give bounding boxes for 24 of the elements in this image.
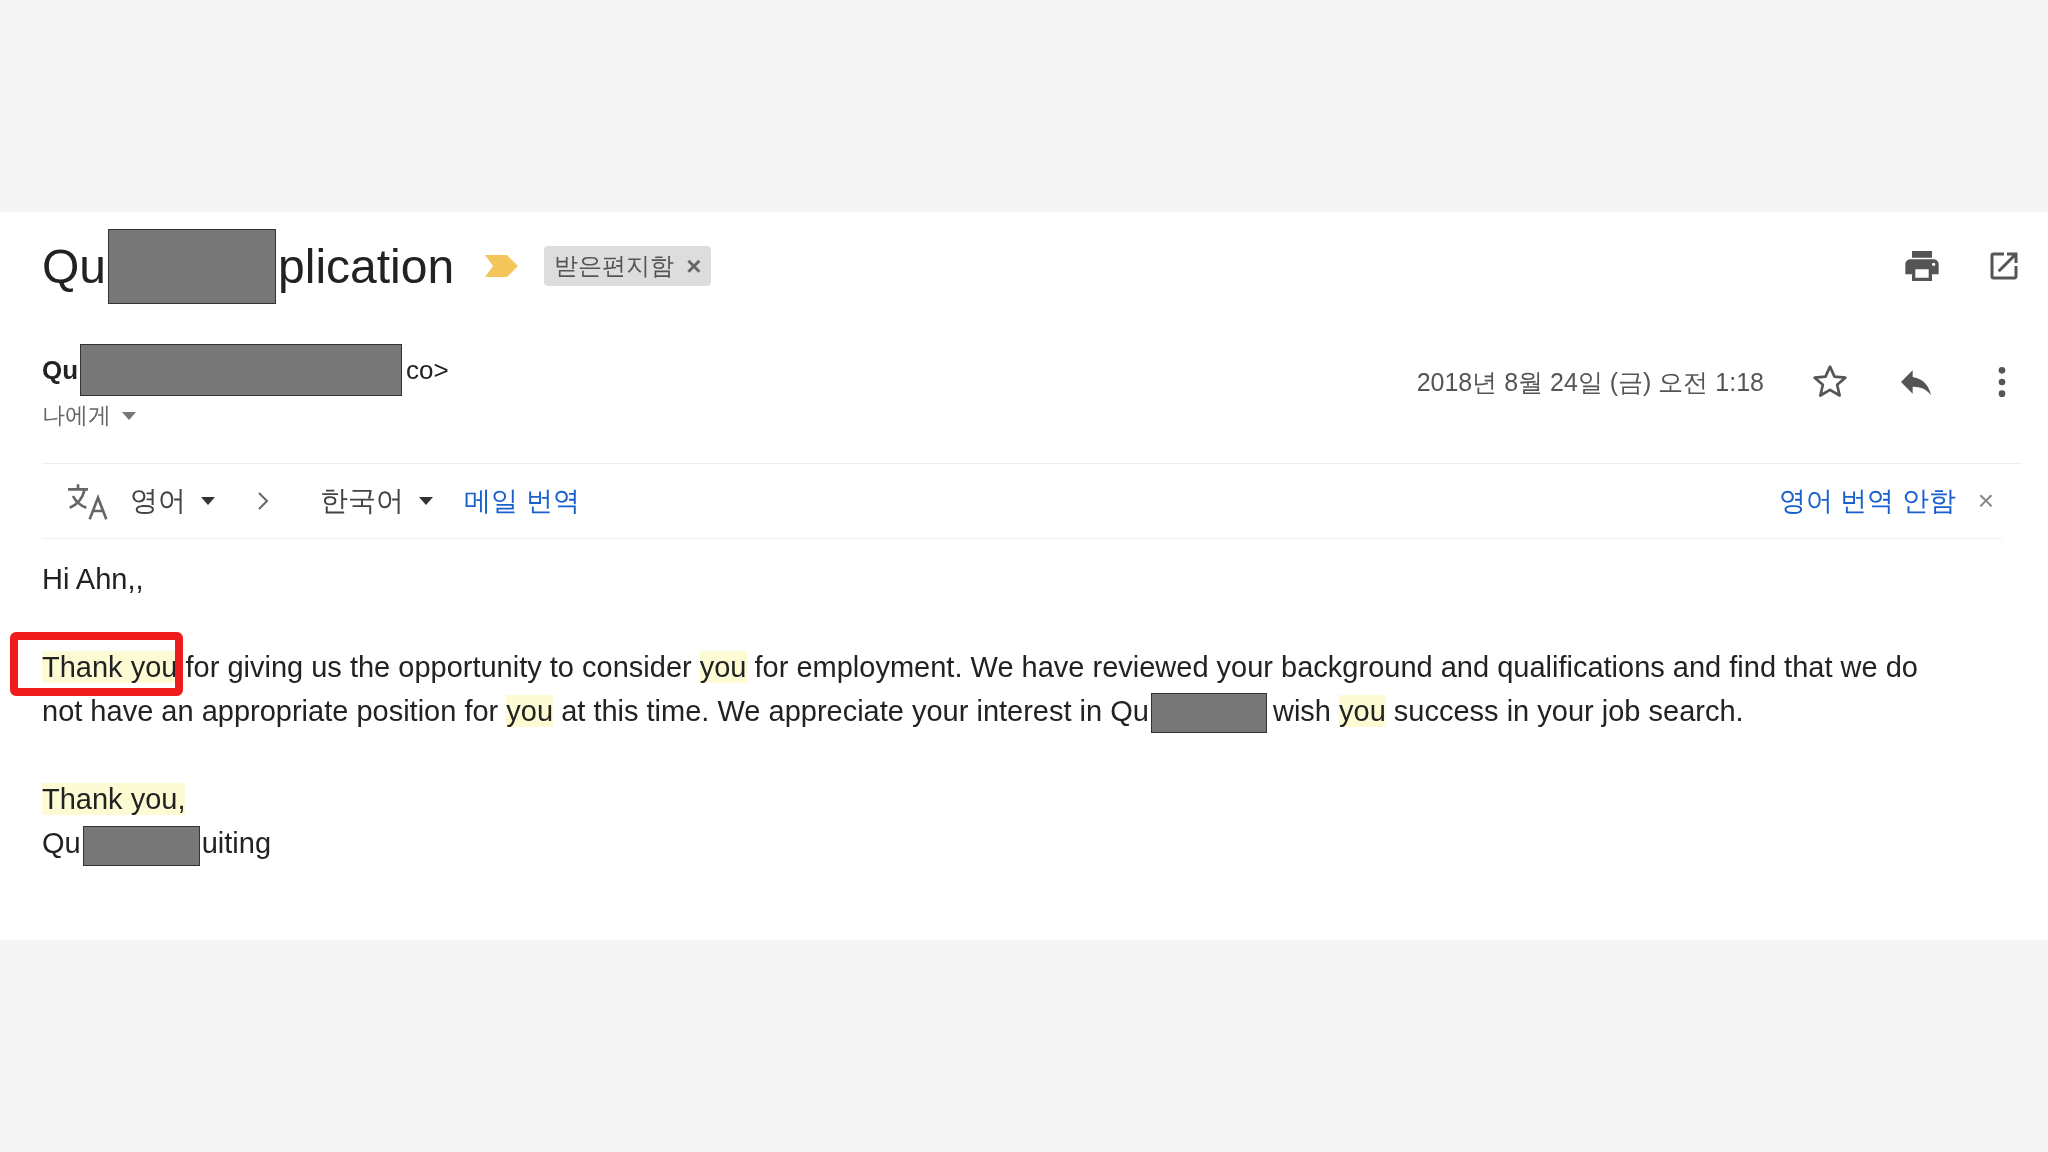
- caret-icon[interactable]: [121, 410, 137, 421]
- subject-title: Qu plication: [42, 228, 455, 304]
- sender-name: Qu co>: [42, 344, 449, 396]
- source-language-dropdown[interactable]: 영어: [130, 482, 216, 520]
- importance-marker-icon[interactable]: [484, 253, 521, 279]
- highlighted-text: you: [699, 651, 747, 683]
- target-language-dropdown[interactable]: 한국어: [320, 482, 434, 520]
- translate-icon: [66, 481, 110, 521]
- label-chip[interactable]: 받은편지함 ×: [544, 246, 712, 286]
- highlighted-text: you: [506, 695, 554, 727]
- caret-icon: [418, 496, 434, 506]
- date-text: 2018년 8월 24일 (금) 오전 1:18: [1416, 367, 1764, 398]
- signature-text: Qu uiting: [42, 821, 2022, 866]
- translate-link[interactable]: 메일 번역: [464, 483, 580, 519]
- turn-off-translation-link[interactable]: 영어 번역 안함: [1778, 483, 1956, 519]
- highlighted-text: you: [1339, 695, 1386, 727]
- recipient-text: 나에게: [42, 401, 111, 430]
- greeting-text: Hi Ahn,,: [42, 562, 145, 597]
- close-button[interactable]: ×: [1969, 485, 2002, 517]
- caret-icon: [200, 496, 216, 506]
- body-paragraph: Thank you for giving us the opportunity to consider you for employment. We have reviewed your background and qualifications and find that we do not have an appropriate position for you at this time. We appreciate your interest in Qu wish you success in your job search.: [42, 645, 1957, 734]
- highlighted-text: Thank you,: [42, 783, 186, 816]
- highlighted-text: Thank you: [42, 651, 178, 683]
- chevron-right-icon: [256, 490, 270, 512]
